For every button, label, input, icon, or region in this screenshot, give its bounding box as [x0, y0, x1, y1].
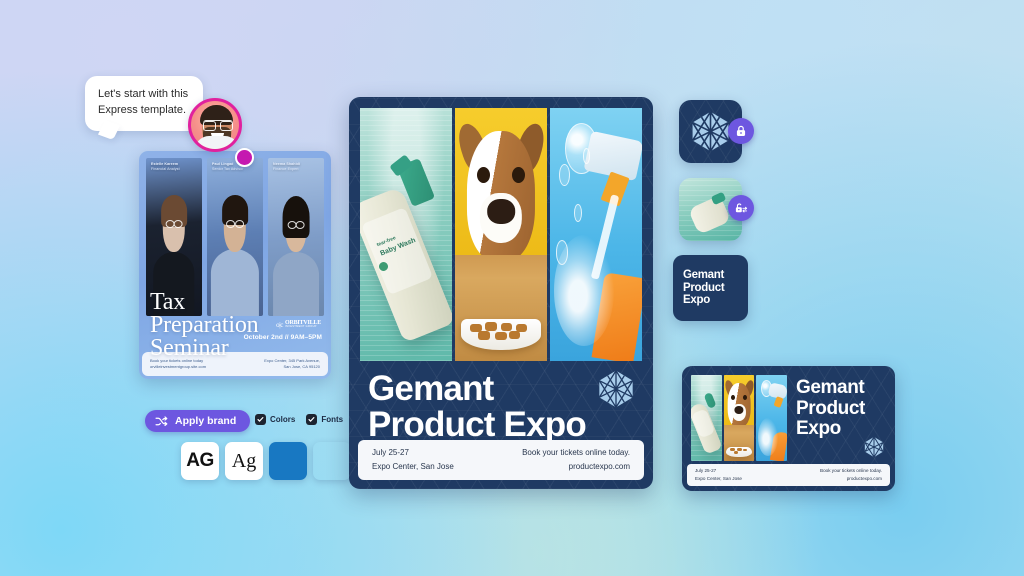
assistant-avatar	[188, 98, 242, 152]
unlock-swap-icon	[735, 203, 748, 213]
poster-title: Gemant Product Expo	[368, 369, 587, 444]
poster-footer: July 25-27 Expo Center, San Jose Book yo…	[358, 440, 644, 480]
dog-nose	[487, 198, 515, 224]
brand-options-group: Colors Fonts	[255, 414, 343, 425]
poster-photo-strip: tear-free Baby Wash	[360, 108, 642, 361]
avatar-glasses	[203, 120, 233, 131]
tax-person-photo-3: Neema Shahidi Finance Expert	[268, 158, 324, 316]
checkbox-fonts[interactable]: Fonts	[306, 414, 343, 425]
assistant-bubble-text: Let's start with this Express template.	[98, 88, 189, 116]
color-swatch-blue[interactable]	[269, 442, 307, 480]
banner-photo-strip	[691, 375, 788, 461]
dog-eye-left	[477, 166, 490, 183]
lock-icon	[736, 125, 746, 136]
check-icon	[308, 417, 315, 422]
tax-person-3-label: Neema Shahidi Finance Expert	[273, 162, 301, 172]
assistant-speech-bubble: Let's start with this Express template.	[85, 76, 203, 131]
dog-eye-right	[512, 166, 525, 183]
spray-bottle-splash-photo	[756, 375, 788, 461]
baby-wash-bottle-photo	[691, 375, 722, 461]
checkbox-colors[interactable]: Colors	[255, 414, 295, 425]
apply-brand-button[interactable]: Apply brand	[145, 410, 251, 432]
bottle-neck-orange	[773, 396, 784, 409]
dog-area	[723, 375, 755, 425]
checkbox-colors-label: Colors	[270, 415, 296, 424]
poster-footer-left: July 25-27 Expo Center, San Jose	[372, 448, 454, 471]
tax-card-title: Tax Preparation Seminar	[150, 289, 259, 362]
brand-text-tile-lines: Gemant Product Expo	[683, 268, 725, 307]
check-icon	[257, 417, 264, 422]
baby-wash-bottle-photo: tear-free Baby Wash	[360, 108, 452, 361]
banner-footer-left: July 25-27 Expo Center, San Jose	[695, 468, 742, 481]
kibble-bowl	[460, 318, 542, 351]
checkbox-fonts-label: Fonts	[321, 415, 344, 424]
cursor-pointer-dot	[235, 148, 254, 167]
checkbox-colors-box[interactable]	[255, 414, 266, 425]
main-poster-canvas[interactable]: tear-free Baby Wash Gemant Product Expo …	[349, 97, 653, 489]
dog-area	[455, 108, 547, 255]
polygon-logo-icon	[864, 436, 884, 458]
landscape-banner-canvas[interactable]: Gemant Product Expo July 25-27 Expo Cent…	[682, 366, 895, 491]
shuffle-icon	[155, 415, 168, 426]
banner-title: Gemant Product Expo	[796, 377, 865, 440]
wooden-table	[455, 254, 547, 361]
lock-badge-unlocked[interactable]	[728, 195, 754, 221]
poster-footer-right: Book your tickets online today. producte…	[522, 448, 630, 471]
spray-bottle-splash-photo	[550, 108, 642, 361]
font-swatch-serif[interactable]: Ag	[225, 442, 263, 480]
kibble-bowl	[725, 446, 753, 458]
polygon-logo-icon	[598, 370, 634, 408]
tax-brand-sub: INVESTMENT GROUP	[284, 325, 317, 329]
texture-swatch-navy[interactable]	[313, 442, 351, 480]
tax-seminar-template-card[interactable]: Estelle Kareem Financial Analyst Paul Li…	[139, 151, 331, 379]
polygon-logo-icon	[691, 111, 730, 152]
tax-footer-right: Expo Center, 345 Park Avenue, San Jose, …	[264, 358, 320, 369]
apply-brand-label: Apply brand	[175, 415, 237, 427]
brand-text-tile[interactable]: Gemant Product Expo	[673, 255, 748, 321]
tax-person-1-label: Estelle Kareem Financial Analyst	[151, 162, 180, 172]
tax-card-date: October 2nd // 9AM–5PM	[243, 334, 322, 341]
avatar-shirt	[195, 136, 239, 149]
tax-person-3-figure	[268, 193, 324, 316]
banner-footer-right: Book your tickets online today. producte…	[820, 468, 882, 481]
dog-with-kibble-photo	[455, 108, 547, 361]
wooden-table	[723, 424, 755, 461]
banner-footer: July 25-27 Expo Center, San Jose Book yo…	[687, 464, 890, 486]
lock-badge-locked[interactable]	[728, 118, 754, 144]
checkbox-fonts-box[interactable]	[306, 414, 318, 425]
tax-brand-logo: o|c ORBITVILLE INVESTMENT GROUP	[276, 320, 321, 329]
font-swatch-sans[interactable]: AG	[181, 442, 219, 480]
water-splash	[757, 418, 778, 456]
dog-with-kibble-photo	[723, 375, 755, 461]
